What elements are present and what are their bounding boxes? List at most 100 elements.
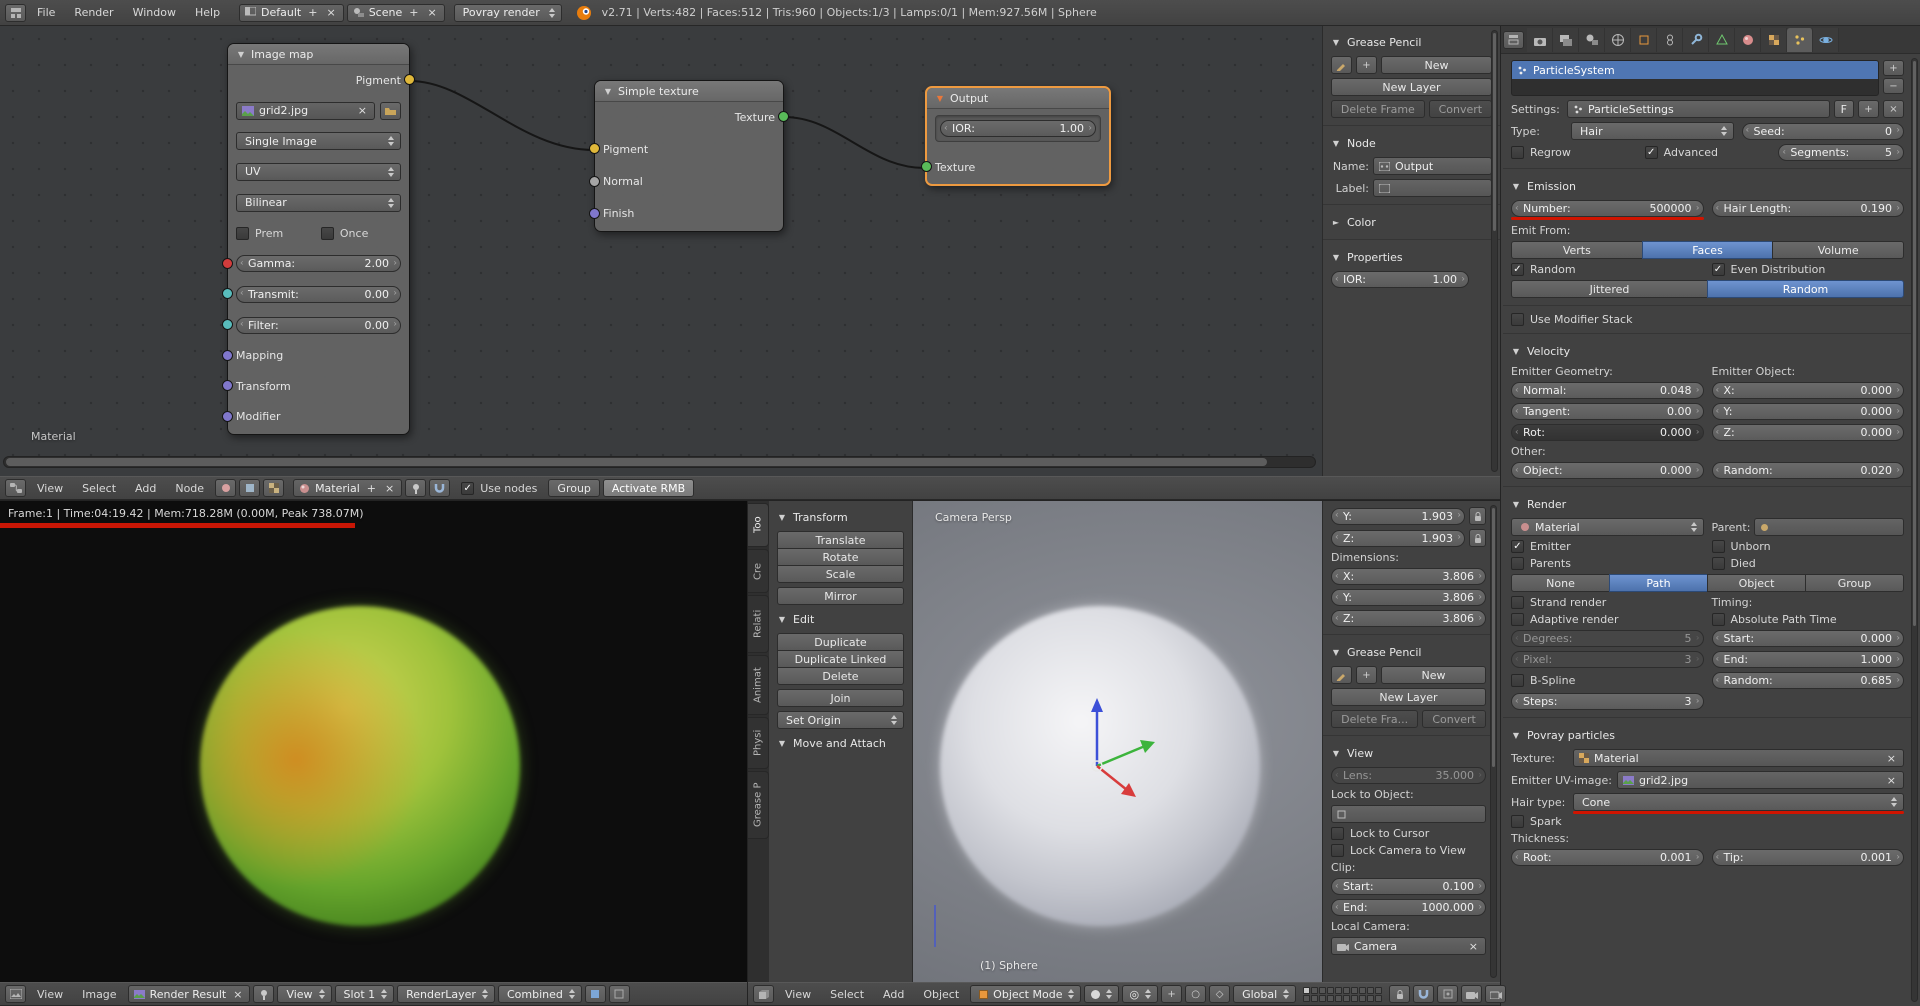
absolute-path-time-checkbox[interactable]: Absolute Path Time <box>1712 613 1905 626</box>
hair-type-dropdown[interactable]: Cone <box>1573 793 1904 811</box>
render-section[interactable]: ▼Render <box>1511 494 1904 514</box>
pin-icon[interactable] <box>405 479 426 497</box>
regrow-checkbox[interactable]: Regrow <box>1511 146 1637 159</box>
tab-object[interactable] <box>1631 28 1657 52</box>
seed-field[interactable]: Seed:0 <box>1742 123 1905 140</box>
velocity-y-field[interactable]: Y:0.000 <box>1712 403 1905 420</box>
once-checkbox[interactable]: Once <box>321 227 401 240</box>
tip-field[interactable]: Tip:0.001 <box>1712 849 1905 866</box>
clip-end-field[interactable]: End:1000.000 <box>1331 899 1486 916</box>
join-button[interactable]: Join <box>777 689 904 707</box>
node-label-field[interactable] <box>1373 179 1492 197</box>
emit-faces-button[interactable]: Faces <box>1642 241 1774 259</box>
mapping-select[interactable]: UV <box>236 163 401 181</box>
velocity-normal-field[interactable]: Normal:0.048 <box>1511 382 1704 399</box>
tab-constraints[interactable] <box>1657 28 1683 52</box>
grease-pencil-section[interactable]: ▼Grease Pencil <box>1331 642 1486 662</box>
menu-add[interactable]: Add <box>127 482 164 495</box>
pin-icon[interactable] <box>253 985 274 1003</box>
tab-render[interactable] <box>1527 28 1553 52</box>
clip-start-field[interactable]: Start:0.100 <box>1331 878 1486 895</box>
filter-field[interactable]: Filter:0.00 <box>236 317 401 334</box>
random-checkbox[interactable]: Random <box>1511 263 1704 276</box>
dim-y-field[interactable]: Y:3.806 <box>1331 589 1486 606</box>
strand-render-checkbox[interactable]: Strand render <box>1511 596 1704 609</box>
node-output[interactable]: ▼Output IOR:1.00 Texture <box>925 86 1111 186</box>
steps-field[interactable]: Steps:3 <box>1511 693 1704 710</box>
pivot-dropdown[interactable]: ◎ <box>1122 985 1158 1003</box>
tab-animation[interactable]: Animat <box>748 655 769 715</box>
tab-world[interactable] <box>1605 28 1631 52</box>
open-image-button[interactable] <box>380 102 401 120</box>
properties-scrollbar[interactable] <box>1911 58 1918 1002</box>
tab-relations[interactable]: Relati <box>748 595 769 653</box>
particle-system-row[interactable]: ParticleSystem <box>1512 61 1878 79</box>
parent-field[interactable] <box>1754 518 1904 536</box>
editor-type-3d-icon[interactable] <box>753 985 774 1003</box>
shading-dropdown[interactable] <box>1084 985 1119 1003</box>
velocity-rot-field[interactable]: Rot:0.000 <box>1511 424 1704 441</box>
editor-type-properties-icon[interactable] <box>1503 31 1524 49</box>
transmit-field[interactable]: Transmit:0.00 <box>236 286 401 303</box>
gp-convert-button[interactable]: Convert <box>1422 710 1486 728</box>
adaptive-render-checkbox[interactable]: Adaptive render <box>1511 613 1704 626</box>
number-field[interactable]: Number:500000 <box>1511 200 1704 217</box>
color-section[interactable]: ►Color <box>1331 212 1492 232</box>
tab-physics[interactable]: Physi <box>748 717 769 769</box>
menu-add[interactable]: Add <box>875 988 912 1001</box>
render-path-button[interactable]: Path <box>1609 574 1708 592</box>
node-image-map[interactable]: ▼Image map Pigment grid2.jpg × Single Im… <box>227 43 410 435</box>
layers-widget[interactable] <box>1303 987 1382 1002</box>
add-scene-icon[interactable]: + <box>407 6 420 19</box>
editor-type-image-icon[interactable] <box>5 985 26 1003</box>
gp-delete-frame-button[interactable]: Delete Fra... <box>1331 710 1418 728</box>
socket-pigment-out[interactable] <box>404 74 415 85</box>
velocity-section[interactable]: ▼Velocity <box>1511 341 1904 361</box>
menu-select[interactable]: Select <box>74 482 124 495</box>
transform-manipulator[interactable] <box>1027 696 1167 836</box>
add-pencil-button[interactable]: + <box>1356 56 1377 74</box>
tab-texture[interactable] <box>1761 28 1787 52</box>
close-scene-icon[interactable]: × <box>425 6 438 19</box>
unlink-image-icon[interactable]: × <box>356 104 369 117</box>
expand-triangle-icon[interactable]: ▼ <box>1511 182 1521 191</box>
advanced-checkbox[interactable]: Advanced <box>1645 146 1771 159</box>
scale-z-field[interactable]: Z:1.903 <box>1331 530 1465 547</box>
render-material-dropdown[interactable]: Material <box>1511 518 1704 536</box>
root-field[interactable]: Root:0.001 <box>1511 849 1704 866</box>
unborn-checkbox[interactable]: Unborn <box>1712 540 1905 553</box>
emit-verts-button[interactable]: Verts <box>1511 241 1643 259</box>
gp-new-button[interactable]: New <box>1381 56 1492 74</box>
velocity-x-field[interactable]: X:0.000 <box>1712 382 1905 399</box>
render-pass-dropdown[interactable]: Combined <box>498 985 582 1003</box>
expand-triangle-icon[interactable]: ▼ <box>1331 749 1341 758</box>
translate-button[interactable]: Translate <box>777 531 904 549</box>
n-panel-scrollbar[interactable] <box>1490 505 1497 978</box>
add-layout-icon[interactable]: + <box>306 6 319 19</box>
transform-section[interactable]: ▼Transform <box>777 507 904 527</box>
socket-pigment-in[interactable] <box>589 143 600 154</box>
expand-triangle-icon[interactable]: ► <box>1331 218 1341 227</box>
tab-create[interactable]: Cre <box>748 549 769 593</box>
grease-pencil-section[interactable]: ▼Grease Pencil <box>1331 32 1492 52</box>
rotate-button[interactable]: Rotate <box>777 548 904 566</box>
velocity-tangent-field[interactable]: Tangent:0.00 <box>1511 403 1704 420</box>
tab-tools[interactable]: Too <box>748 503 769 547</box>
socket-transmit-in[interactable] <box>222 288 233 299</box>
screen-layout-selector[interactable]: Default + × <box>239 4 344 22</box>
fake-user-button[interactable]: F <box>1834 100 1854 118</box>
type-dropdown[interactable]: Hair <box>1571 122 1734 140</box>
path-start-field[interactable]: Start:0.000 <box>1712 630 1905 647</box>
lock-camera-checkbox[interactable]: Lock Camera to View <box>1331 844 1486 857</box>
expand-triangle-icon[interactable]: ▼ <box>1511 731 1521 740</box>
unlink-image-icon[interactable]: × <box>231 988 244 1001</box>
render-none-button[interactable]: None <box>1511 574 1610 592</box>
render-engine-select[interactable]: Povray render <box>454 4 562 22</box>
socket-finish-in[interactable] <box>589 208 600 219</box>
shader-nodes-toggle[interactable] <box>215 479 236 497</box>
particle-settings-datablock[interactable]: ParticleSettings <box>1567 100 1830 118</box>
menu-help[interactable]: Help <box>187 6 228 19</box>
scrollbar-thumb[interactable] <box>6 458 1267 466</box>
sidebar-ior-field[interactable]: IOR:1.00 <box>1331 271 1469 288</box>
velocity-object-field[interactable]: Object:0.000 <box>1511 462 1704 479</box>
